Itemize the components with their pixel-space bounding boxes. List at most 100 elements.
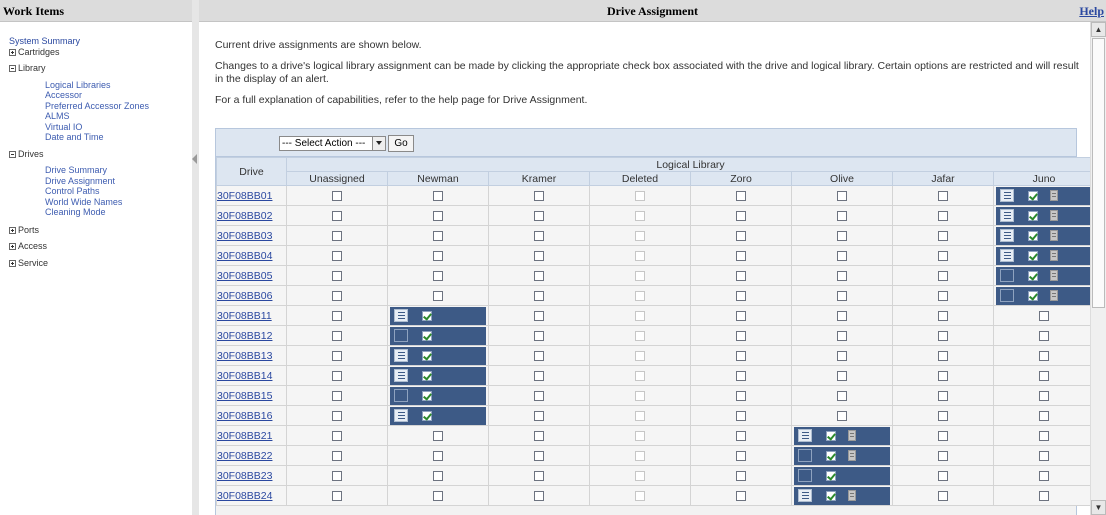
- assignment-checkbox[interactable]: [1039, 470, 1050, 481]
- assigned-indicator[interactable]: [996, 246, 1090, 265]
- nav-date-and-time[interactable]: Date and Time: [9, 132, 192, 143]
- drive-link[interactable]: 30F08BB15: [217, 390, 272, 402]
- checked-checkbox[interactable]: [422, 330, 432, 341]
- assignment-checkbox[interactable]: [433, 210, 443, 221]
- assignment-checkbox[interactable]: [938, 270, 948, 281]
- checked-checkbox[interactable]: [826, 430, 836, 441]
- drive-link[interactable]: 30F08BB03: [217, 230, 272, 242]
- assignment-checkbox[interactable]: [837, 190, 847, 201]
- assignment-checkbox[interactable]: [433, 290, 443, 301]
- assignment-checkbox[interactable]: [1039, 350, 1050, 361]
- assignment-checkbox[interactable]: [332, 250, 342, 261]
- checked-checkbox[interactable]: [1028, 290, 1039, 301]
- nav-system-summary[interactable]: System Summary: [9, 36, 192, 47]
- nav-world-wide-names[interactable]: World Wide Names: [9, 197, 192, 208]
- assignment-checkbox[interactable]: [433, 270, 443, 281]
- expand-icon[interactable]: [9, 243, 16, 250]
- assignment-checkbox[interactable]: [534, 490, 544, 501]
- drive-link[interactable]: 30F08BB02: [217, 210, 272, 222]
- assignment-checkbox[interactable]: [736, 330, 746, 341]
- assignment-checkbox[interactable]: [736, 350, 746, 361]
- panel-splitter[interactable]: [192, 0, 199, 515]
- nav-drive-assignment[interactable]: Drive Assignment: [9, 176, 192, 187]
- assignment-checkbox[interactable]: [938, 490, 948, 501]
- assignment-checkbox[interactable]: [837, 350, 847, 361]
- assignment-checkbox[interactable]: [534, 330, 544, 341]
- assignment-checkbox[interactable]: [736, 270, 746, 281]
- checked-checkbox[interactable]: [422, 410, 432, 421]
- assignment-checkbox[interactable]: [332, 270, 342, 281]
- assignment-checkbox[interactable]: [534, 410, 544, 421]
- assignment-checkbox[interactable]: [534, 370, 544, 381]
- nav-ports[interactable]: Ports: [9, 225, 192, 236]
- assignment-checkbox[interactable]: [332, 190, 342, 201]
- assignment-checkbox[interactable]: [938, 190, 948, 201]
- assignment-checkbox[interactable]: [938, 450, 948, 461]
- assignment-checkbox[interactable]: [534, 430, 544, 441]
- assignment-checkbox[interactable]: [433, 470, 443, 481]
- assignment-checkbox[interactable]: [433, 250, 443, 261]
- assignment-checkbox[interactable]: [837, 210, 847, 221]
- checked-checkbox[interactable]: [1028, 270, 1039, 281]
- expand-icon[interactable]: [9, 259, 16, 267]
- assignment-checkbox[interactable]: [1039, 310, 1050, 321]
- assignment-checkbox[interactable]: [736, 290, 746, 301]
- assignment-checkbox[interactable]: [1039, 330, 1050, 341]
- drive-link[interactable]: 30F08BB22: [217, 450, 272, 462]
- drive-link[interactable]: 30F08BB06: [217, 290, 272, 302]
- assignment-checkbox[interactable]: [938, 470, 948, 481]
- assigned-indicator[interactable]: [794, 466, 890, 485]
- assignment-checkbox[interactable]: [534, 470, 544, 481]
- dropdown-arrow-icon[interactable]: [372, 137, 385, 150]
- checked-checkbox[interactable]: [1028, 210, 1039, 221]
- scroll-up-icon[interactable]: ▲: [1091, 22, 1106, 37]
- nav-virtual-io[interactable]: Virtual IO: [9, 122, 192, 133]
- scroll-down-icon[interactable]: ▼: [1091, 500, 1106, 515]
- assignment-checkbox[interactable]: [534, 210, 544, 221]
- assignment-checkbox[interactable]: [938, 330, 948, 341]
- assignment-checkbox[interactable]: [1039, 490, 1050, 501]
- assignment-checkbox[interactable]: [938, 370, 948, 381]
- collapse-arrow-icon[interactable]: [192, 154, 197, 164]
- expand-icon[interactable]: [9, 48, 16, 56]
- assignment-checkbox[interactable]: [837, 390, 847, 401]
- nav-service[interactable]: Service: [9, 258, 192, 269]
- assignment-checkbox[interactable]: [332, 230, 342, 241]
- checked-checkbox[interactable]: [422, 370, 432, 381]
- assignment-checkbox[interactable]: [332, 350, 342, 361]
- assignment-checkbox[interactable]: [332, 370, 342, 381]
- checked-checkbox[interactable]: [1028, 250, 1039, 261]
- drive-link[interactable]: 30F08BB21: [217, 430, 272, 442]
- assignment-checkbox[interactable]: [837, 330, 847, 341]
- assigned-indicator[interactable]: [390, 366, 486, 385]
- nav-drive-summary[interactable]: Drive Summary: [9, 165, 192, 176]
- assigned-indicator[interactable]: [794, 446, 890, 465]
- assignment-checkbox[interactable]: [736, 230, 746, 241]
- drive-link[interactable]: 30F08BB13: [217, 350, 272, 362]
- assignment-checkbox[interactable]: [433, 230, 443, 241]
- assignment-checkbox[interactable]: [534, 270, 544, 281]
- expand-icon[interactable]: [9, 226, 16, 234]
- assignment-checkbox[interactable]: [1039, 450, 1050, 461]
- assignment-checkbox[interactable]: [332, 430, 342, 441]
- assignment-checkbox[interactable]: [736, 210, 746, 221]
- assignment-checkbox[interactable]: [736, 450, 746, 461]
- assignment-checkbox[interactable]: [433, 190, 443, 201]
- assignment-checkbox[interactable]: [433, 490, 443, 501]
- assignment-checkbox[interactable]: [736, 430, 746, 441]
- collapse-icon[interactable]: [9, 65, 16, 72]
- nav-cartridges[interactable]: Cartridges: [9, 47, 192, 58]
- assigned-indicator[interactable]: [996, 266, 1090, 285]
- assignment-checkbox[interactable]: [938, 350, 948, 361]
- nav-drives[interactable]: Drives: [9, 149, 192, 160]
- drive-link[interactable]: 30F08BB04: [217, 250, 272, 262]
- checked-checkbox[interactable]: [1028, 190, 1039, 201]
- assignment-checkbox[interactable]: [332, 470, 342, 481]
- assignment-checkbox[interactable]: [938, 410, 948, 421]
- assignment-checkbox[interactable]: [332, 290, 342, 301]
- assignment-checkbox[interactable]: [938, 210, 948, 221]
- nav-access[interactable]: Access: [9, 241, 192, 252]
- assignment-checkbox[interactable]: [837, 410, 847, 421]
- assignment-checkbox[interactable]: [938, 310, 948, 321]
- help-link[interactable]: Help: [1079, 4, 1104, 19]
